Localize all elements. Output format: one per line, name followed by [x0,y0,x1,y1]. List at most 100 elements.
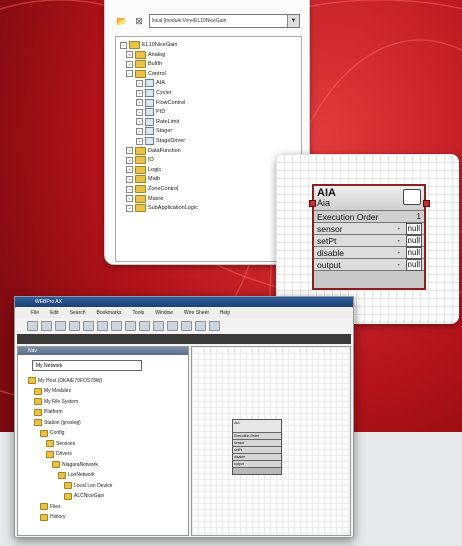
folder-icon [40,429,48,437]
nav-tree-item[interactable]: Platform [34,408,63,416]
folder-icon [135,185,146,193]
slot-value: null [405,223,422,235]
slot-row[interactable]: output - null [314,259,424,271]
expand-toggle-icon[interactable]: + [136,79,143,87]
block-icon [145,79,154,88]
tree-item[interactable]: + Macro [126,194,163,203]
nav-tree-item[interactable]: NiagaraNetwork [52,461,98,468]
refresh-icon[interactable] [69,321,80,331]
output-port[interactable] [423,200,430,207]
slot-row[interactable]: sensor - null [314,223,424,235]
expand-toggle-icon[interactable]: + [136,127,143,135]
expand-toggle-icon[interactable]: + [126,51,133,59]
expand-toggle-icon[interactable]: + [126,166,133,174]
expand-toggle-icon[interactable]: + [126,195,133,203]
tree-item[interactable]: + Analog [126,50,165,59]
nav-tree-item[interactable]: My Host (DKAIE70FOS79W) [28,377,102,384]
expand-toggle-icon[interactable]: + [136,118,143,126]
mini-aia-block[interactable]: AIA Execution Order sensor setPt disable out… [232,419,282,475]
paste-icon[interactable] [139,321,150,331]
tree-item-label: AIA [156,80,165,87]
save-icon[interactable] [97,321,108,331]
tree-item[interactable]: + Logic [126,165,161,174]
expand-toggle-icon[interactable]: − [120,41,127,49]
folder-icon [135,175,146,184]
exec-order-value: 1 [416,212,421,221]
nav-tree-item[interactable]: Station (grosleg) [34,419,81,426]
forward-icon[interactable] [41,321,52,331]
menu-wire-sheet[interactable]: Wire Sheet [184,310,209,316]
nav-tree-item[interactable]: Drivers [46,450,72,458]
nav-tree-item[interactable]: History [40,513,66,521]
menu-window[interactable]: Window [155,310,173,316]
expand-toggle-icon[interactable]: + [136,99,143,107]
slot-separator: - [397,248,400,257]
expand-toggle-icon[interactable]: + [126,204,133,212]
nav-tree-item[interactable]: My File System [34,398,78,405]
nav-tree-item[interactable]: Services [46,440,75,447]
aia-block[interactable]: AIA Aia Execution Order 1 sensor - null set… [312,184,426,290]
folder-icon [64,492,72,500]
menu-edit[interactable]: Edit [50,310,59,316]
close-palette-icon[interactable]: ⊠ [132,14,146,28]
tree-item[interactable]: + IO [126,156,154,165]
tree-item[interactable]: + Cycler [136,89,172,97]
delete-icon[interactable] [181,321,192,331]
tree-item[interactable]: + Math [126,175,160,184]
exec-order-row[interactable]: Execution Order 1 [314,211,424,223]
expand-toggle-icon[interactable]: + [136,137,143,145]
nav-tree-item[interactable]: ALCNiceGain [64,492,104,500]
expand-toggle-icon[interactable]: + [126,60,133,68]
tree-item[interactable]: + Stager [136,127,172,136]
expand-toggle-icon[interactable]: + [136,108,143,116]
location-combo[interactable]: local:|module://nre/EL10NiceGain ▼ [149,14,300,28]
menu-search[interactable]: Search [70,310,86,316]
tree-item[interactable]: + StageDriver [136,137,185,145]
nav-tree-item[interactable]: LonNetwork [58,471,95,479]
menu-help[interactable]: Help [220,310,230,316]
nav-combo[interactable]: My Network [32,360,142,371]
undo-icon[interactable] [153,321,164,331]
up-icon[interactable] [55,321,66,331]
tree-item[interactable]: − EL10NiceGain [120,41,177,49]
input-port[interactable] [309,200,316,207]
tree-item[interactable]: − Control [126,69,166,78]
copy-icon[interactable] [125,321,136,331]
tree-item[interactable]: + PID [136,108,165,117]
redo-icon[interactable] [167,321,178,331]
expand-toggle-icon[interactable]: + [136,89,143,97]
tree-item[interactable]: + BultIn [126,60,162,69]
home-icon[interactable] [83,321,94,331]
nav-tree-item[interactable]: Files [40,503,61,510]
tree-item[interactable]: + FlowControl [136,98,185,107]
cut-icon[interactable] [111,321,122,331]
back-icon[interactable] [27,321,38,331]
menu-bookmarks[interactable]: Bookmarks [97,310,122,316]
mini-block-header: AIA [233,420,281,433]
open-folder-icon[interactable]: 📂 [115,14,129,28]
slot-row[interactable]: disable - null [314,247,424,259]
tree-item[interactable]: + DataFunction [126,146,181,155]
expand-toggle-icon[interactable]: + [126,147,133,155]
slot-row[interactable]: setPt - null [314,235,424,247]
menu-file[interactable]: File [31,310,39,316]
menu-tools[interactable]: Tools [133,310,145,316]
tree-item[interactable]: + ZoneControl [126,185,178,193]
expand-toggle-icon[interactable]: + [126,185,133,193]
expand-toggle-icon[interactable]: + [126,156,133,164]
nav-tree-item[interactable]: Config [40,429,64,437]
wire-sheet[interactable]: AIA Execution Order sensor setPt disable out… [191,346,351,536]
nav-pane: Nav My Network My Host (DKAIE70FOS79W) My… [17,346,189,536]
tree-item[interactable]: + SubApplicationLogic [126,204,198,213]
folder-icon [34,419,42,426]
find-icon[interactable] [195,321,206,331]
nav-tree-item[interactable]: My Modules [34,387,71,395]
folder-icon [135,165,146,174]
expand-toggle-icon[interactable]: + [126,175,133,183]
tree-item[interactable]: + RateLimit [136,117,179,126]
expand-toggle-icon[interactable]: − [126,70,133,78]
nav-tree-item[interactable]: Local Lon Device [64,482,112,489]
tree-item[interactable]: + AIA [136,79,165,88]
zoom-icon[interactable] [209,321,220,331]
chevron-down-icon[interactable]: ▼ [287,15,299,27]
